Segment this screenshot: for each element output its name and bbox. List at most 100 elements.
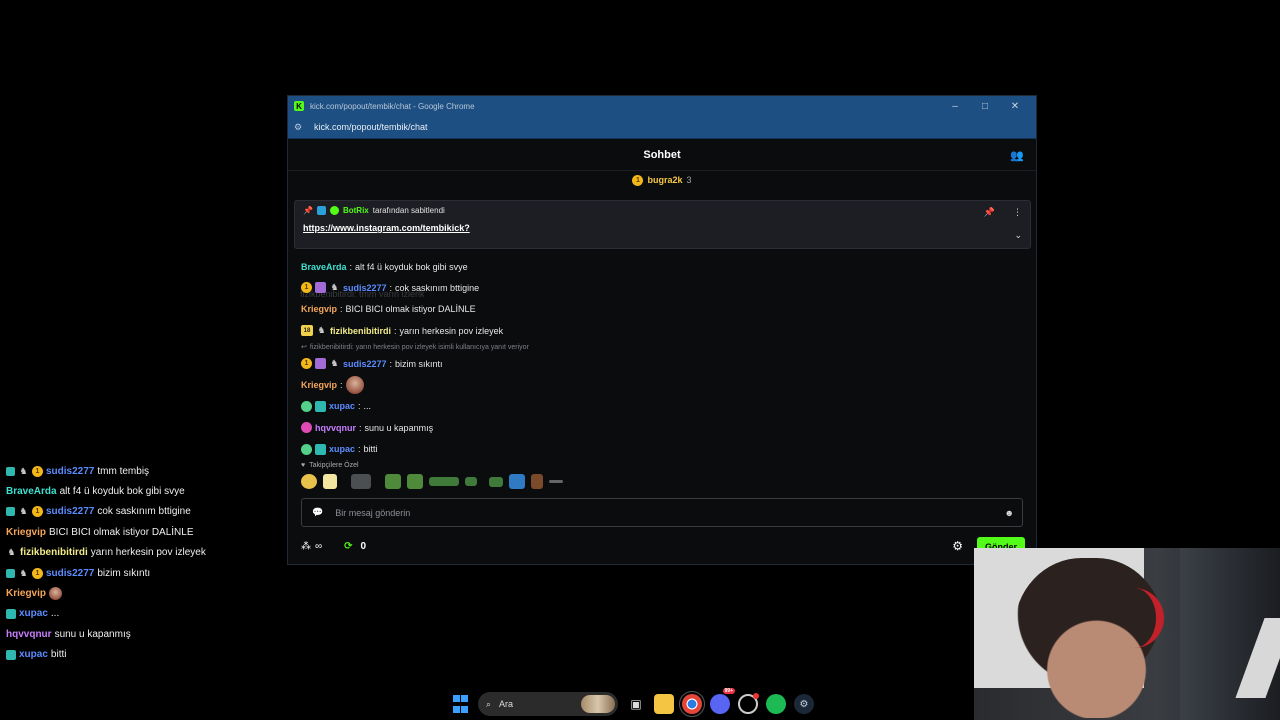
overlay-text: bizim sıkıntı [97,567,151,579]
emote-button[interactable] [509,474,525,489]
chat-message[interactable]: Kriegvip: BICI BICI olmak istiyor DALİNL… [301,299,1021,320]
ninja-badge-icon: ♞ [330,282,339,293]
emote-button[interactable] [489,476,503,487]
overlay-username: xupac [19,608,48,620]
top-gifter-bar[interactable]: 1 bugra2k 3 [288,171,1036,189]
file-explorer-icon[interactable] [654,694,674,714]
slow-mode-indicator[interactable]: ⁂ ∞ [301,541,322,552]
chat-message[interactable]: xupac: ... [301,396,1021,417]
emote-image [49,587,63,601]
windows-start-icon[interactable] [450,694,470,714]
gifter-name[interactable]: bugra2k [647,175,682,185]
overlay-text: bitti [50,649,67,661]
message-text: alt f4 ü koyduk bok gibi svye [355,261,468,272]
taskbar-search[interactable]: ⌕ Ara [478,692,618,716]
message-username[interactable]: sudis2277 [343,359,387,369]
message-text: cok saskınım bttigine [395,282,480,293]
overlay-message: ♞ 1 sudis2277 tmm tembiş [6,461,286,481]
window-title: kick.com/popout/tembik/chat - Google Chr… [310,101,475,111]
message-username[interactable]: xupac [329,444,355,454]
discord-badge: 99+ [722,688,735,694]
bot-badge-icon [316,206,326,215]
colon: : [358,444,361,455]
maximize-icon[interactable]: □ [970,101,1000,112]
emote-button[interactable] [465,477,477,486]
site-settings-icon[interactable]: ⚙ [294,122,306,133]
subscriber-badge-icon: 18 [301,325,313,337]
address-bar[interactable]: ⚙ kick.com/popout/tembik/chat [288,116,1036,139]
moderator-badge-icon [6,466,15,476]
message-username[interactable]: xupac [329,401,355,411]
gift-badge-icon [315,282,326,294]
gifter-count: 3 [686,175,692,185]
chrome-icon[interactable] [679,691,705,717]
reply-reference[interactable]: ↩ fizikbenibitirdi: yarın herkesin pov i… [301,341,1021,353]
chat-message-input[interactable]: 💬 Bir mesaj gönderin ☻ [301,498,1023,527]
chat-message[interactable]: BraveArda: alt f4 ü koyduk bok gibi svye [301,256,1021,277]
overlay-text: tmm tembiş [97,465,150,477]
chat-message[interactable]: Kriegvip: [301,374,1021,395]
window-titlebar[interactable]: K kick.com/popout/tembik/chat - Google C… [288,96,1036,116]
og-badge-icon [301,400,312,412]
minimize-icon[interactable]: – [940,101,970,112]
ninja-badge-icon: ♞ [330,358,339,369]
emote-button[interactable] [407,474,423,489]
unpin-icon[interactable]: 📌 [984,207,995,218]
chat-users-icon[interactable]: 👥 [1010,149,1024,162]
emote-button[interactable] [531,474,543,489]
overlay-message: ♞ fizikbenibitirdi yarın herkesin pov iz… [6,543,286,563]
emote-button[interactable] [323,474,337,489]
chat-message[interactable]: 1 ♞ sudis2277: cok saskınım bttigine [301,277,1021,298]
emote-button[interactable] [351,474,371,489]
ninja-badge-icon: ♞ [317,325,326,336]
moderator-badge-icon [6,568,15,578]
message-text: BICI BICI olmak istiyor DALİNLE [345,304,476,315]
reply-text: fizikbenibitirdi: yarın herkesin pov izl… [309,343,529,351]
message-text: yarın herkesin pov izleyek [399,325,504,336]
message-username[interactable]: Kriegvip [301,380,337,390]
more-options-icon[interactable]: ⋮ [1013,207,1022,218]
emote-row [301,474,563,489]
gift-coin-badge-icon: 1 [32,506,43,518]
overlay-message: ♞ 1 sudis2277 cok saskınım bttigine [6,502,286,522]
steam-icon[interactable]: ⚙ [794,694,814,714]
points-icon: ⟳ [344,540,353,552]
verified-badge-icon [329,206,339,215]
task-view-icon[interactable]: ▣ [626,694,646,714]
close-icon[interactable]: ✕ [1000,101,1030,112]
message-username[interactable]: hqvvqnur [315,423,356,433]
spotify-icon[interactable] [766,694,786,714]
chat-message[interactable]: 18 ♞ fizikbenibitirdi: yarın herkesin po… [301,320,1021,341]
message-username[interactable]: sudis2277 [343,283,387,293]
message-username[interactable]: BraveArda [301,262,347,272]
discord-icon[interactable]: 99+ [710,688,735,714]
moderator-badge-icon [315,443,326,455]
game-launcher-icon[interactable] [738,693,759,714]
emote-button[interactable] [301,474,317,489]
message-text: ... [363,401,372,412]
emote-image[interactable] [345,376,364,395]
chat-message[interactable]: 1 ♞ sudis2277: bizim sıkıntı [301,353,1021,374]
url-text[interactable]: kick.com/popout/tembik/chat [314,122,428,132]
overlay-message: ♞ 1 sudis2277 bizim sıkıntı [6,563,286,583]
overlay-username: Kriegvip [6,588,47,600]
emote-button[interactable] [549,480,563,483]
emote-button[interactable] [429,477,459,486]
message-username[interactable]: fizikbenibitirdi [330,326,391,336]
channel-points[interactable]: ⟳ 0 [344,541,366,552]
overlay-username: sudis2277 [46,465,95,477]
overlay-username: sudis2277 [46,506,95,518]
message-username[interactable]: Kriegvip [301,304,337,314]
emote-quick-panel: ♥ Takipçilere Özel [301,462,563,489]
overlay-text: cok saskınım bttigine [97,506,191,518]
chat-settings-icon[interactable]: ⚙ [952,539,963,553]
chat-message[interactable]: hqvvqnur: sunu u kapanmış [301,417,1021,438]
chevron-down-icon[interactable]: ⌄ [1014,230,1022,241]
pinned-by-user[interactable]: BotRix [343,206,369,215]
emote-button[interactable] [385,474,401,489]
emoji-picker-icon[interactable]: ☻ [1005,508,1014,518]
pinned-link[interactable]: https://www.instagram.com/tembikick? [303,223,470,233]
chat-message[interactable]: xupac: bitti [301,438,1021,459]
infinity-icon: ∞ [315,540,323,552]
overlay-message: hqvvqnur sunu u kapanmış [6,624,286,644]
